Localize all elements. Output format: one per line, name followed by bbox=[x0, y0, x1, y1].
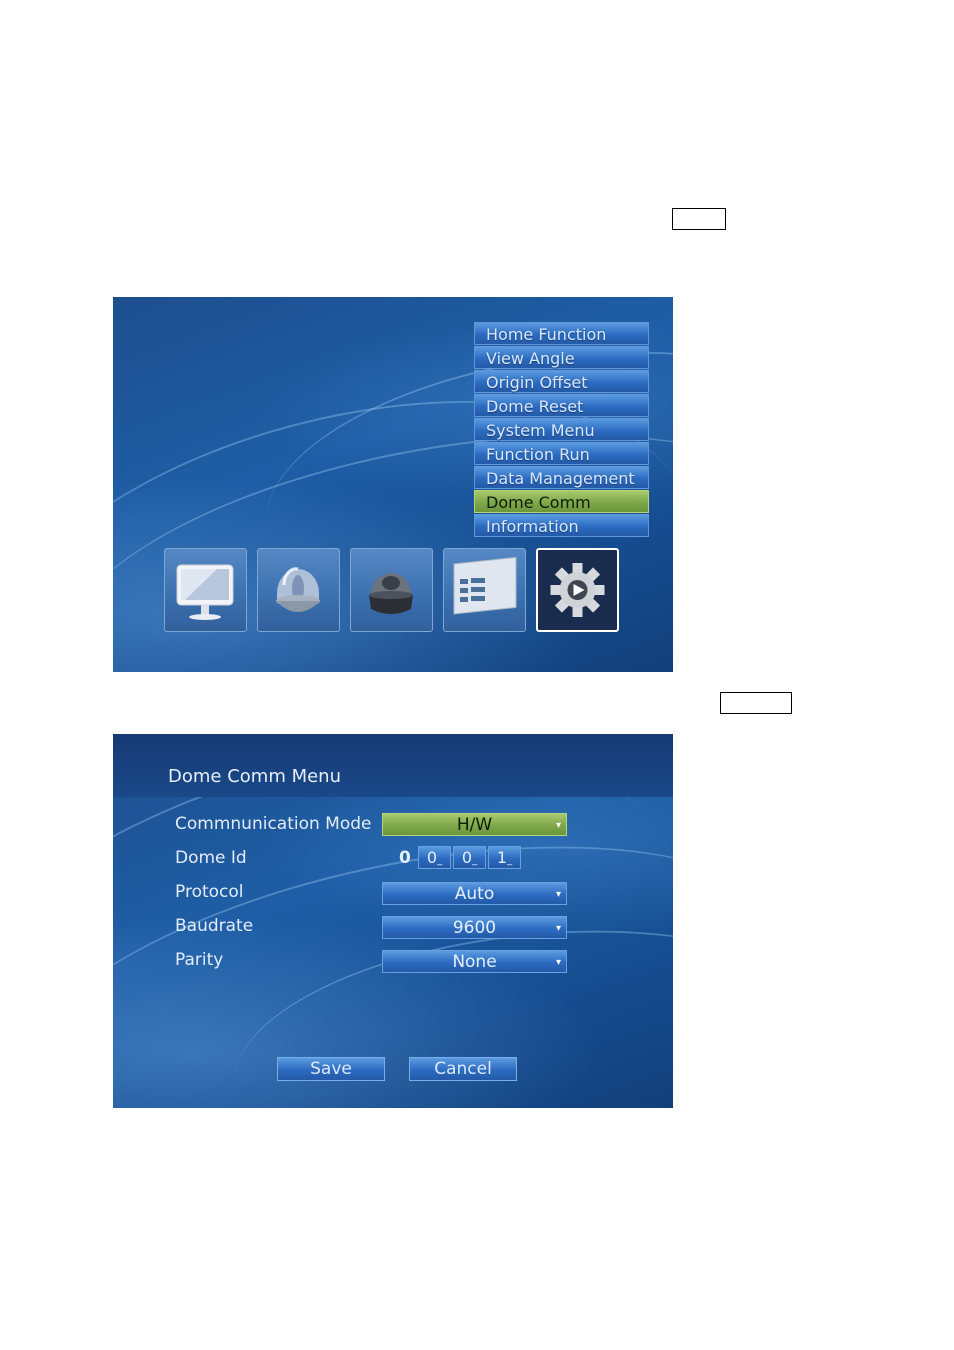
monitor-icon bbox=[176, 564, 234, 620]
cancel-button[interactable]: Cancel bbox=[409, 1057, 517, 1081]
chevron-down-icon: ▾ bbox=[555, 889, 561, 900]
gear-icon bbox=[550, 563, 605, 617]
dome-id-digit-1[interactable]: 0_ bbox=[418, 846, 451, 869]
clear-dome-camera-icon bbox=[276, 567, 320, 612]
parity-label: Parity bbox=[175, 950, 224, 970]
boxed-key-mark-1 bbox=[672, 208, 726, 230]
dome-id-fixed-digit: 0 bbox=[399, 848, 411, 868]
menu-item-view-angle[interactable]: View Angle bbox=[474, 346, 649, 369]
chevron-down-icon: ▾ bbox=[555, 923, 561, 934]
parity-value: None bbox=[452, 952, 497, 972]
dialog-title: Dome Comm Menu bbox=[168, 766, 341, 787]
comm-mode-dropdown[interactable]: H/W ▾ bbox=[382, 813, 567, 836]
main-menu-screen: Home Function View Angle Origin Offset D… bbox=[113, 297, 673, 672]
menu-item-data-management[interactable]: Data Management bbox=[474, 466, 649, 489]
dark-dome-camera-icon bbox=[369, 573, 413, 614]
baudrate-label: Baudrate bbox=[175, 916, 254, 936]
baudrate-value: 9600 bbox=[452, 918, 497, 938]
chevron-down-icon: ▾ bbox=[555, 820, 561, 831]
tile-window-list[interactable] bbox=[443, 548, 526, 632]
protocol-value: Auto bbox=[454, 884, 495, 904]
chevron-down-icon: ▾ bbox=[555, 957, 561, 968]
menu-item-origin-offset[interactable]: Origin Offset bbox=[474, 370, 649, 393]
menu-item-function-run[interactable]: Function Run bbox=[474, 442, 649, 465]
dialog-title-bar: Dome Comm Menu bbox=[113, 734, 673, 797]
comm-mode-label: Commnunication Mode bbox=[175, 814, 372, 834]
save-button[interactable]: Save bbox=[277, 1057, 385, 1081]
window-list-icon bbox=[453, 556, 517, 615]
protocol-dropdown[interactable]: Auto ▾ bbox=[382, 882, 567, 905]
menu-item-home-function[interactable]: Home Function bbox=[474, 322, 649, 345]
settings-submenu: Home Function View Angle Origin Offset D… bbox=[474, 322, 649, 538]
menu-item-system-menu[interactable]: System Menu bbox=[474, 418, 649, 441]
dome-id-digit-3-value: 1 bbox=[496, 848, 508, 867]
dome-id-digit-2[interactable]: 0_ bbox=[453, 846, 486, 869]
dome-id-label: Dome Id bbox=[175, 848, 247, 868]
menu-item-dome-comm[interactable]: Dome Comm bbox=[474, 490, 649, 513]
comm-mode-value: H/W bbox=[456, 815, 493, 835]
dome-id-digit-2-value: 0 bbox=[461, 848, 473, 867]
menu-item-information[interactable]: Information bbox=[474, 514, 649, 537]
tile-dark-dome[interactable] bbox=[350, 548, 433, 632]
dome-comm-screen: Dome Comm Menu Commnunication Mode H/W ▾… bbox=[113, 734, 673, 1108]
tile-settings[interactable] bbox=[536, 548, 619, 632]
boxed-key-mark-2 bbox=[720, 692, 792, 714]
baudrate-dropdown[interactable]: 9600 ▾ bbox=[382, 916, 567, 939]
protocol-label: Protocol bbox=[175, 882, 244, 902]
dome-id-digit-1-value: 0 bbox=[426, 848, 438, 867]
tile-clear-dome[interactable] bbox=[257, 548, 340, 632]
parity-dropdown[interactable]: None ▾ bbox=[382, 950, 567, 973]
dome-id-digit-3[interactable]: 1_ bbox=[488, 846, 521, 869]
tile-monitor[interactable] bbox=[164, 548, 247, 632]
menu-item-dome-reset[interactable]: Dome Reset bbox=[474, 394, 649, 417]
